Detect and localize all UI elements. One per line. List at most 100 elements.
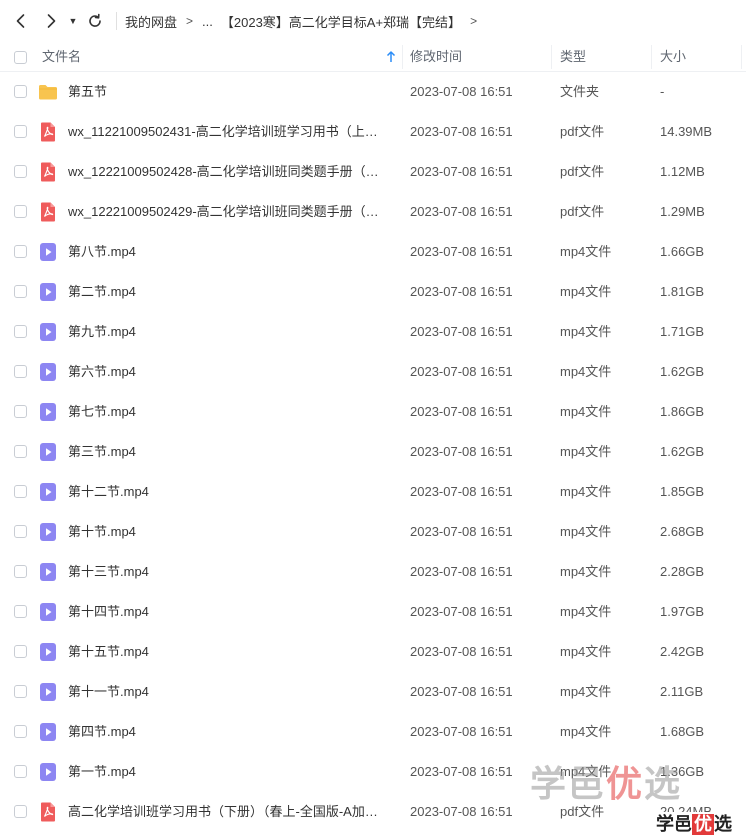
row-checkbox[interactable]	[14, 445, 27, 458]
video-file-icon	[38, 682, 58, 702]
row-checkbox[interactable]	[14, 285, 27, 298]
column-header-size[interactable]: 大小	[660, 42, 686, 72]
column-header-modified[interactable]: 修改时间	[410, 42, 462, 72]
file-name[interactable]: wx_12221009502428-高二化学培训班同类题手册（下册...	[68, 152, 388, 192]
file-row[interactable]: 第九节.mp4 2023-07-08 16:51 mp4文件 1.71GB	[0, 312, 746, 352]
pdf-file-icon	[38, 122, 58, 142]
file-name[interactable]: 第九节.mp4	[68, 312, 388, 352]
file-row[interactable]: 第十五节.mp4 2023-07-08 16:51 mp4文件 2.42GB	[0, 632, 746, 672]
sort-ascending-icon[interactable]	[385, 50, 397, 64]
file-row[interactable]: 第四节.mp4 2023-07-08 16:51 mp4文件 1.68GB	[0, 712, 746, 752]
file-modified-time: 2023-07-08 16:51	[410, 404, 513, 419]
file-name[interactable]: 第七节.mp4	[68, 392, 388, 432]
file-name[interactable]: 第一节.mp4	[68, 752, 388, 792]
row-checkbox[interactable]	[14, 485, 27, 498]
row-checkbox[interactable]	[14, 205, 27, 218]
file-name[interactable]: 第八节.mp4	[68, 232, 388, 272]
file-name[interactable]: 第十二节.mp4	[68, 472, 388, 512]
breadcrumb-item-current[interactable]: 【2023寒】高二化学目标A+郑瑞【完结】	[221, 12, 461, 31]
file-name[interactable]: 第十五节.mp4	[68, 632, 388, 672]
row-checkbox[interactable]	[14, 805, 27, 818]
file-row[interactable]: 第十四节.mp4 2023-07-08 16:51 mp4文件 1.97GB	[0, 592, 746, 632]
file-row[interactable]: 第十一节.mp4 2023-07-08 16:51 mp4文件 2.11GB	[0, 672, 746, 712]
file-type: mp4文件	[560, 444, 612, 459]
file-size: 1.62GB	[660, 444, 705, 459]
video-file-icon	[38, 362, 58, 382]
file-row[interactable]: 第三节.mp4 2023-07-08 16:51 mp4文件 1.62GB	[0, 432, 746, 472]
video-file-icon	[38, 722, 58, 742]
file-size: 1.62GB	[660, 364, 705, 379]
file-name[interactable]: 第五节	[68, 72, 388, 112]
file-name[interactable]: 第十四节.mp4	[68, 592, 388, 632]
file-size: 1.85GB	[660, 484, 705, 499]
column-divider[interactable]	[551, 45, 552, 69]
file-row[interactable]: 第八节.mp4 2023-07-08 16:51 mp4文件 1.66GB	[0, 232, 746, 272]
file-size: 1.68GB	[660, 724, 705, 739]
file-row[interactable]: 第十二节.mp4 2023-07-08 16:51 mp4文件 1.85GB	[0, 472, 746, 512]
file-name[interactable]: 第二节.mp4	[68, 272, 388, 312]
row-checkbox[interactable]	[14, 125, 27, 138]
refresh-button[interactable]	[80, 0, 110, 42]
file-row[interactable]: 第十三节.mp4 2023-07-08 16:51 mp4文件 2.28GB	[0, 552, 746, 592]
file-name[interactable]: 高二化学培训班学习用书（下册）（春上-全国版-A加）-正...	[68, 792, 388, 832]
file-row[interactable]: wx_12221009502429-高二化学培训班同类题手册（上册... 2023…	[0, 192, 746, 232]
video-file-icon	[38, 522, 58, 542]
video-file-icon	[38, 402, 58, 422]
file-modified-time: 2023-07-08 16:51	[410, 604, 513, 619]
row-checkbox[interactable]	[14, 765, 27, 778]
row-checkbox[interactable]	[14, 325, 27, 338]
forward-button[interactable]	[36, 0, 66, 42]
row-checkbox[interactable]	[14, 645, 27, 658]
file-name[interactable]: 第三节.mp4	[68, 432, 388, 472]
breadcrumb-item-collapsed[interactable]: ...	[202, 14, 213, 29]
file-modified-time: 2023-07-08 16:51	[410, 124, 513, 139]
file-name[interactable]: 第十三节.mp4	[68, 552, 388, 592]
file-type: pdf文件	[560, 204, 605, 219]
select-all-checkbox[interactable]	[14, 51, 27, 64]
file-modified-time: 2023-07-08 16:51	[410, 804, 513, 819]
file-name[interactable]: wx_11221009502431-高二化学培训班学习用书（上册）...	[68, 112, 388, 152]
file-size: 2.42GB	[660, 644, 705, 659]
row-checkbox[interactable]	[14, 605, 27, 618]
row-checkbox[interactable]	[14, 685, 27, 698]
row-checkbox[interactable]	[14, 85, 27, 98]
row-checkbox[interactable]	[14, 165, 27, 178]
file-size: 1.66GB	[660, 244, 705, 259]
file-name[interactable]: wx_12221009502429-高二化学培训班同类题手册（上册...	[68, 192, 388, 232]
file-row[interactable]: 第二节.mp4 2023-07-08 16:51 mp4文件 1.81GB	[0, 272, 746, 312]
file-name[interactable]: 第十节.mp4	[68, 512, 388, 552]
row-checkbox[interactable]	[14, 405, 27, 418]
file-name[interactable]: 第十一节.mp4	[68, 672, 388, 712]
column-header-name[interactable]: 文件名	[42, 42, 81, 72]
back-button[interactable]	[6, 0, 36, 42]
folder-icon	[38, 82, 58, 102]
file-row[interactable]: wx_12221009502428-高二化学培训班同类题手册（下册... 2023…	[0, 152, 746, 192]
column-header-type[interactable]: 类型	[560, 42, 586, 72]
row-checkbox[interactable]	[14, 725, 27, 738]
history-dropdown-button[interactable]: ▼	[66, 0, 80, 42]
breadcrumb-separator[interactable]: >	[470, 14, 477, 28]
breadcrumb-item-root[interactable]: 我的网盘	[125, 12, 177, 31]
file-size: 1.71GB	[660, 324, 705, 339]
file-row[interactable]: wx_11221009502431-高二化学培训班学习用书（上册）... 2023…	[0, 112, 746, 152]
file-row[interactable]: 第五节 2023-07-08 16:51 文件夹 -	[0, 72, 746, 112]
file-name[interactable]: 第四节.mp4	[68, 712, 388, 752]
video-file-icon	[38, 482, 58, 502]
column-divider[interactable]	[741, 45, 742, 69]
column-divider[interactable]	[402, 45, 403, 69]
column-divider[interactable]	[651, 45, 652, 69]
file-row[interactable]: 第七节.mp4 2023-07-08 16:51 mp4文件 1.86GB	[0, 392, 746, 432]
file-modified-time: 2023-07-08 16:51	[410, 524, 513, 539]
file-row[interactable]: 第十节.mp4 2023-07-08 16:51 mp4文件 2.68GB	[0, 512, 746, 552]
file-row[interactable]: 第六节.mp4 2023-07-08 16:51 mp4文件 1.62GB	[0, 352, 746, 392]
row-checkbox[interactable]	[14, 365, 27, 378]
breadcrumb-separator: >	[186, 14, 194, 28]
file-name[interactable]: 第六节.mp4	[68, 352, 388, 392]
row-checkbox[interactable]	[14, 245, 27, 258]
file-type: mp4文件	[560, 524, 612, 539]
row-checkbox[interactable]	[14, 525, 27, 538]
file-modified-time: 2023-07-08 16:51	[410, 764, 513, 779]
pdf-file-icon	[38, 202, 58, 222]
row-checkbox[interactable]	[14, 565, 27, 578]
file-size: 2.68GB	[660, 524, 705, 539]
